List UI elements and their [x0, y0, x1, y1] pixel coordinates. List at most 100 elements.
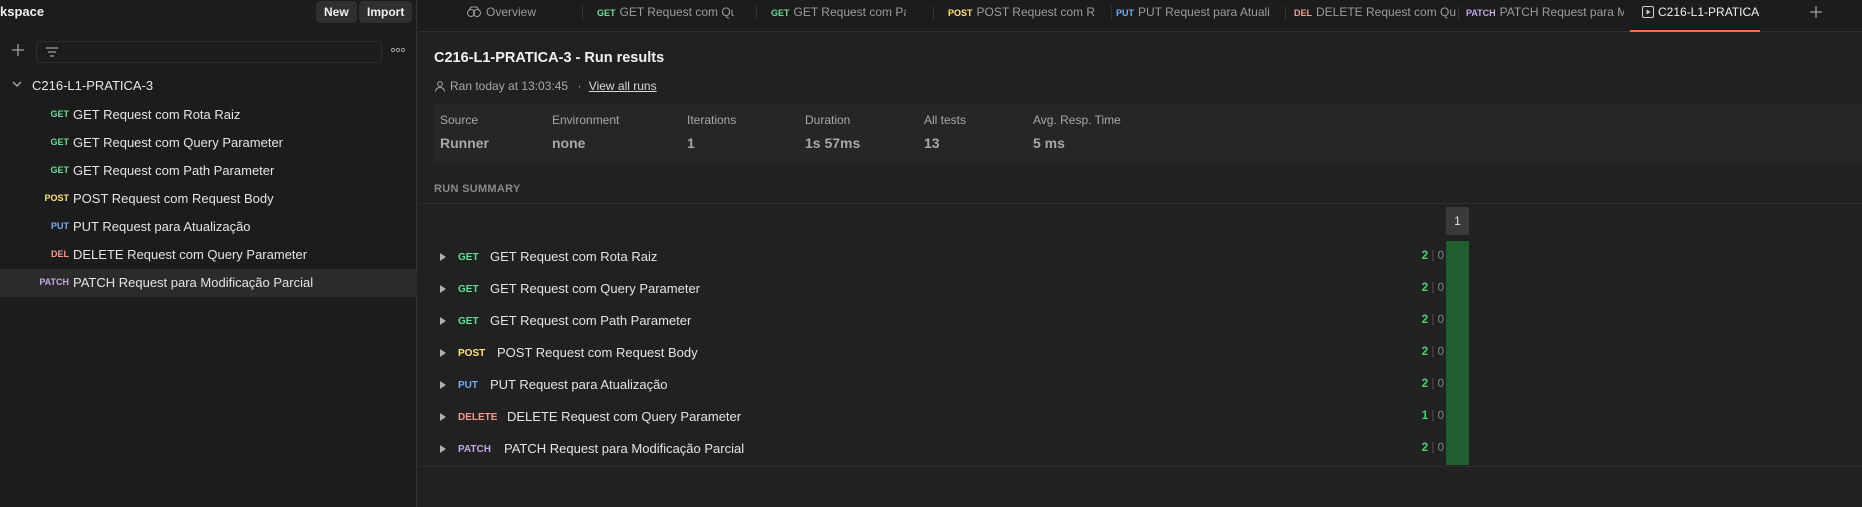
sidebar-request-item[interactable]: GET GET Request com Rota Raiz — [0, 101, 417, 129]
tab-method: GET — [771, 8, 790, 18]
caret-right-icon[interactable] — [440, 445, 446, 453]
stat-label: Duration — [805, 113, 851, 127]
tab-request[interactable]: POSTPOST Request com Req — [940, 0, 1095, 32]
count-separator: | — [1431, 314, 1435, 326]
row-test-count: 2 | 0 — [1414, 314, 1444, 326]
tab-request[interactable]: PATCH PATCH Request para M — [1458, 0, 1624, 32]
summary-row[interactable]: GET GET Request com Rota Raiz 2 | 0 — [418, 241, 1862, 273]
tab-method: POST — [948, 8, 973, 18]
row-method: GET — [458, 284, 479, 295]
caret-right-icon[interactable] — [440, 253, 446, 261]
new-tab-plus-icon[interactable] — [1808, 4, 1824, 20]
tab-overview[interactable]: Overview — [458, 0, 568, 32]
request-name: DELETE Request com Query Parameter — [73, 247, 308, 262]
sidebar-toolbar — [0, 40, 417, 66]
tab-label: GET Request com Query — [619, 5, 734, 19]
collection-item[interactable]: C216-L1-PRATICA-3 — [0, 75, 417, 97]
tab-method: GET — [597, 8, 616, 18]
row-method: POST — [458, 348, 486, 359]
chevron-down-icon[interactable] — [12, 79, 22, 89]
row-test-count: 1 | 0 — [1414, 410, 1444, 422]
method-badge: PUT — [51, 221, 69, 231]
row-method: DELETE — [458, 412, 498, 423]
passed-count: 2 — [1421, 282, 1429, 294]
app-window: kspace New Import C216-L1-PRATICA-3 GET … — [0, 0, 1862, 507]
summary-row[interactable]: GET GET Request com Query Parameter 2 | … — [418, 273, 1862, 305]
passed-count: 2 — [1421, 346, 1429, 358]
summary-row[interactable]: PATCH PATCH Request para Modificação Par… — [418, 433, 1862, 465]
tab-label: PUT Request para Atuali — [1138, 5, 1270, 19]
passed-count: 1 — [1421, 410, 1429, 422]
method-badge: GET — [50, 109, 69, 119]
tab-label: DELETE Request com Qu — [1316, 5, 1457, 19]
row-test-count: 2 | 0 — [1414, 250, 1444, 262]
tab-runner-active[interactable]: C216-L1-PRATICA-3 — [1630, 0, 1760, 32]
request-name: PUT Request para Atualização — [73, 219, 251, 234]
passed-count: 2 — [1421, 442, 1429, 454]
count-separator: | — [1431, 378, 1435, 390]
stat-label: All tests — [924, 113, 967, 127]
summary-row[interactable]: PUT PUT Request para Atualização 2 | 0 — [418, 369, 1862, 401]
page-title: C216-L1-PRATICA-3 - Run results — [434, 50, 665, 66]
row-method: GET — [458, 316, 479, 327]
row-request-name: DELETE Request com Query Parameter — [507, 409, 742, 424]
tab-method: PATCH — [1466, 8, 1496, 18]
count-separator: | — [1431, 282, 1435, 294]
tab-request[interactable]: DEL DELETE Request com Qu — [1286, 0, 1459, 32]
tab-label: PATCH Request para M — [1499, 5, 1624, 19]
caret-right-icon[interactable] — [440, 317, 446, 325]
caret-right-icon[interactable] — [440, 381, 446, 389]
failed-count: 0 — [1437, 410, 1444, 422]
divider — [418, 203, 1862, 204]
sidebar-request-item[interactable]: GET GET Request com Query Parameter — [0, 129, 417, 157]
row-request-name: GET Request com Path Parameter — [490, 313, 692, 328]
view-all-runs-link[interactable]: View all runs — [589, 79, 657, 93]
request-name: GET Request com Rota Raiz — [73, 107, 241, 122]
sidebar-request-item[interactable]: PATCH PATCH Request para Modificação Par… — [0, 269, 417, 297]
more-icon[interactable] — [390, 46, 406, 54]
row-test-count: 2 | 0 — [1414, 346, 1444, 358]
stat-value: none — [552, 135, 586, 151]
import-button[interactable]: Import — [359, 1, 413, 23]
tab-request[interactable]: GETGET Request com Path P — [763, 0, 906, 32]
ran-timestamp: Ran today at 13:03:45 — [450, 79, 569, 93]
iteration-column-header[interactable]: 1 — [1446, 207, 1469, 235]
plus-icon[interactable] — [10, 42, 26, 58]
run-summary-heading: RUN SUMMARY — [434, 183, 521, 195]
sidebar-request-item[interactable]: DEL DELETE Request com Query Parameter — [0, 241, 417, 269]
sidebar-request-item[interactable]: PUT PUT Request para Atualização — [0, 213, 417, 241]
tab-request[interactable]: GETGET Request com Query — [589, 0, 734, 32]
count-separator: | — [1431, 442, 1435, 454]
method-badge: GET — [50, 165, 69, 175]
caret-right-icon[interactable] — [440, 349, 446, 357]
method-badge: DEL — [51, 249, 69, 259]
stat-value: 1s 57ms — [805, 135, 861, 151]
row-request-name: GET Request com Query Parameter — [490, 281, 701, 296]
filter-input[interactable] — [36, 41, 382, 63]
row-test-count: 2 | 0 — [1414, 282, 1444, 294]
stat-label: Environment — [552, 113, 620, 127]
stat-value: Runner — [440, 135, 489, 151]
new-button[interactable]: New — [316, 1, 357, 23]
stat-value: 5 ms — [1033, 135, 1065, 151]
tab-request[interactable]: PUT PUT Request para Atuali — [1108, 0, 1283, 32]
sidebar-request-item[interactable]: GET GET Request com Path Parameter — [0, 157, 417, 185]
sidebar-request-item[interactable]: POST POST Request com Request Body — [0, 185, 417, 213]
collection-name: C216-L1-PRATICA-3 — [32, 78, 154, 93]
summary-row[interactable]: DELETE DELETE Request com Query Paramete… — [418, 401, 1862, 433]
failed-count: 0 — [1437, 314, 1444, 326]
count-separator: | — [1431, 410, 1435, 422]
tab-divider — [756, 6, 757, 20]
run-stats: Source Runner Environment none Iteration… — [434, 104, 1862, 164]
overview-icon — [467, 6, 481, 17]
caret-right-icon[interactable] — [440, 413, 446, 421]
summary-row[interactable]: GET GET Request com Path Parameter 2 | 0 — [418, 305, 1862, 337]
request-name: PATCH Request para Modificação Parcial — [73, 275, 314, 290]
tab-label: Overview — [486, 5, 537, 19]
caret-right-icon[interactable] — [440, 285, 446, 293]
stat-label: Avg. Resp. Time — [1033, 113, 1121, 127]
summary-row[interactable]: POST POST Request com Request Body 2 | 0 — [418, 337, 1862, 369]
person-icon — [435, 81, 445, 92]
tab-label: POST Request com Req — [976, 5, 1095, 19]
row-method: PUT — [458, 380, 478, 391]
